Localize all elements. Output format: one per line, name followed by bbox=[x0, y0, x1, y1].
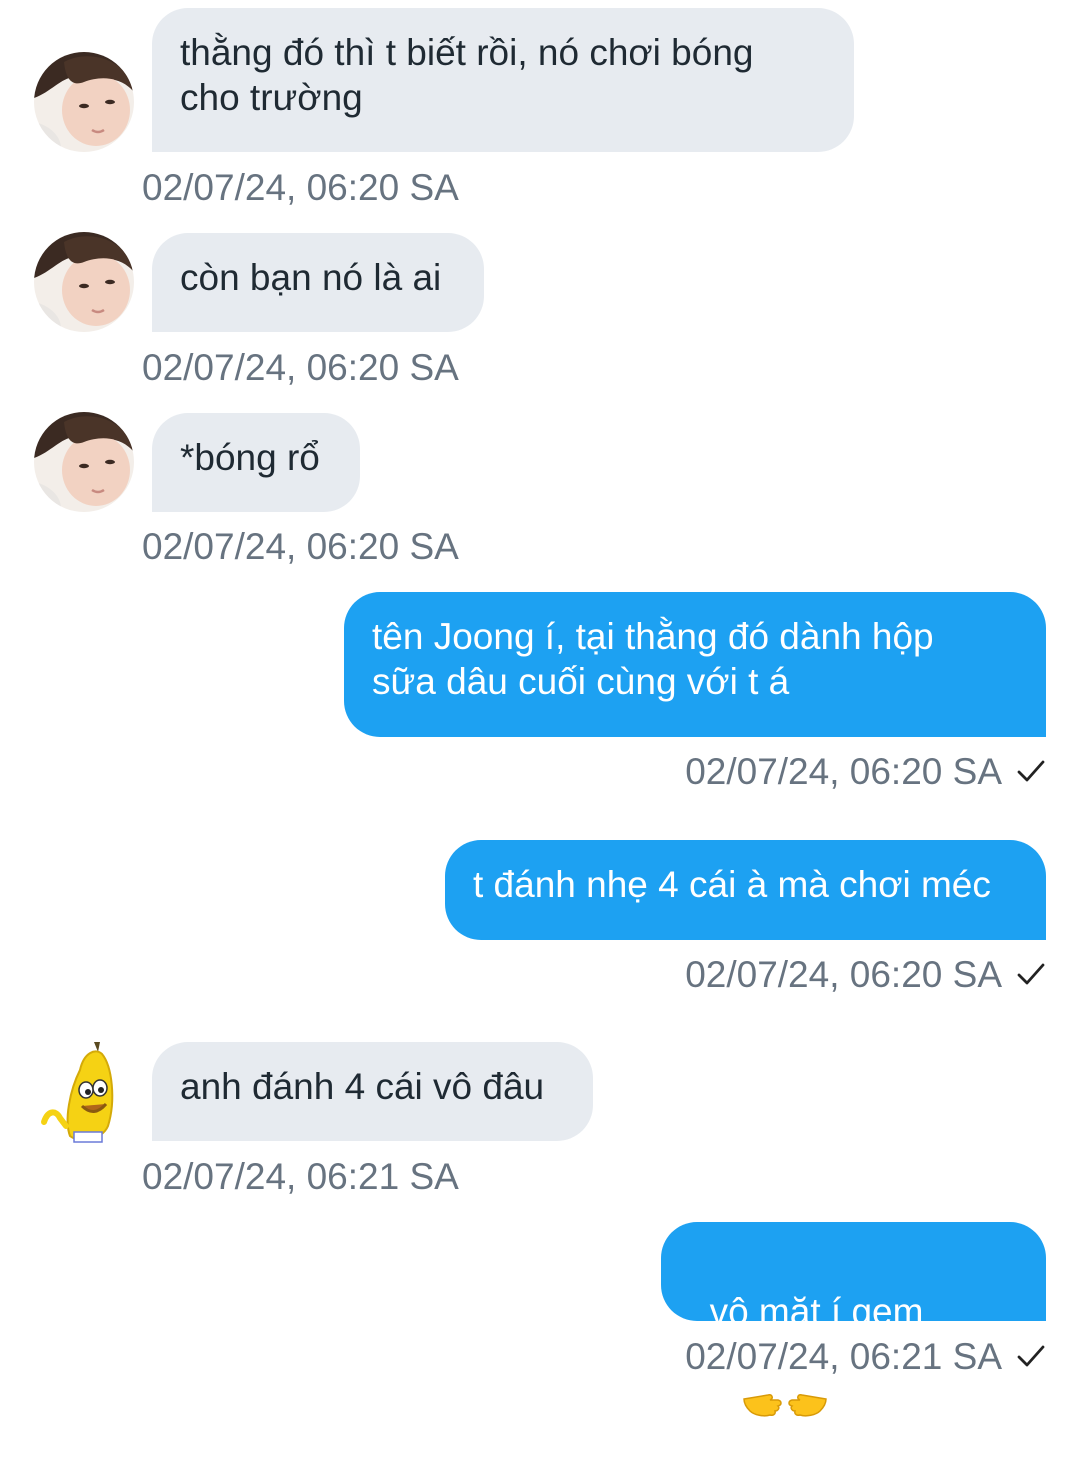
message-bubble-outgoing[interactable]: t đánh nhẹ 4 cái à mà chơi méc bbox=[445, 840, 1046, 940]
message-bubble-outgoing[interactable]: vô mặt í gem bbox=[661, 1222, 1046, 1417]
message-timestamp-row: 02/07/24, 06:20 SA bbox=[685, 751, 1046, 795]
message-timestamp: 02/07/24, 06:20 SA bbox=[142, 167, 459, 208]
message-timestamp: 02/07/24, 06:20 SA bbox=[142, 526, 459, 567]
message-timestamp-row: 02/07/24, 06:21 SA bbox=[685, 1336, 1046, 1380]
message-timestamp-row: 02/07/24, 06:20 SA bbox=[685, 954, 1046, 998]
check-icon bbox=[1016, 956, 1046, 998]
boy-avatar[interactable] bbox=[34, 232, 134, 332]
check-icon bbox=[1016, 1338, 1046, 1380]
message-timestamp: 02/07/24, 06:21 SA bbox=[142, 1156, 459, 1197]
message-bubble-outgoing[interactable]: tên Joong í, tại thằng đó dành hộp sữa d… bbox=[344, 592, 1046, 737]
message-timestamp: 02/07/24, 06:20 SA bbox=[685, 751, 1002, 792]
banana-avatar[interactable] bbox=[40, 1040, 126, 1144]
message-timestamp: 02/07/24, 06:20 SA bbox=[142, 347, 459, 388]
message-bubble-incoming[interactable]: còn bạn nó là ai bbox=[152, 233, 484, 332]
message-bubble-incoming[interactable]: *bóng rổ bbox=[152, 413, 360, 512]
check-icon bbox=[1016, 753, 1046, 795]
boy-avatar[interactable] bbox=[34, 412, 134, 512]
message-timestamp: 02/07/24, 06:20 SA bbox=[685, 954, 1002, 995]
message-text: vô mặt í gem bbox=[709, 1291, 924, 1332]
message-bubble-incoming[interactable]: anh đánh 4 cái vô đâu bbox=[152, 1042, 593, 1141]
message-bubble-incoming[interactable]: thằng đó thì t biết rồi, nó chơi bóng ch… bbox=[152, 8, 854, 152]
message-timestamp: 02/07/24, 06:21 SA bbox=[685, 1336, 1002, 1377]
boy-avatar[interactable] bbox=[34, 52, 134, 152]
